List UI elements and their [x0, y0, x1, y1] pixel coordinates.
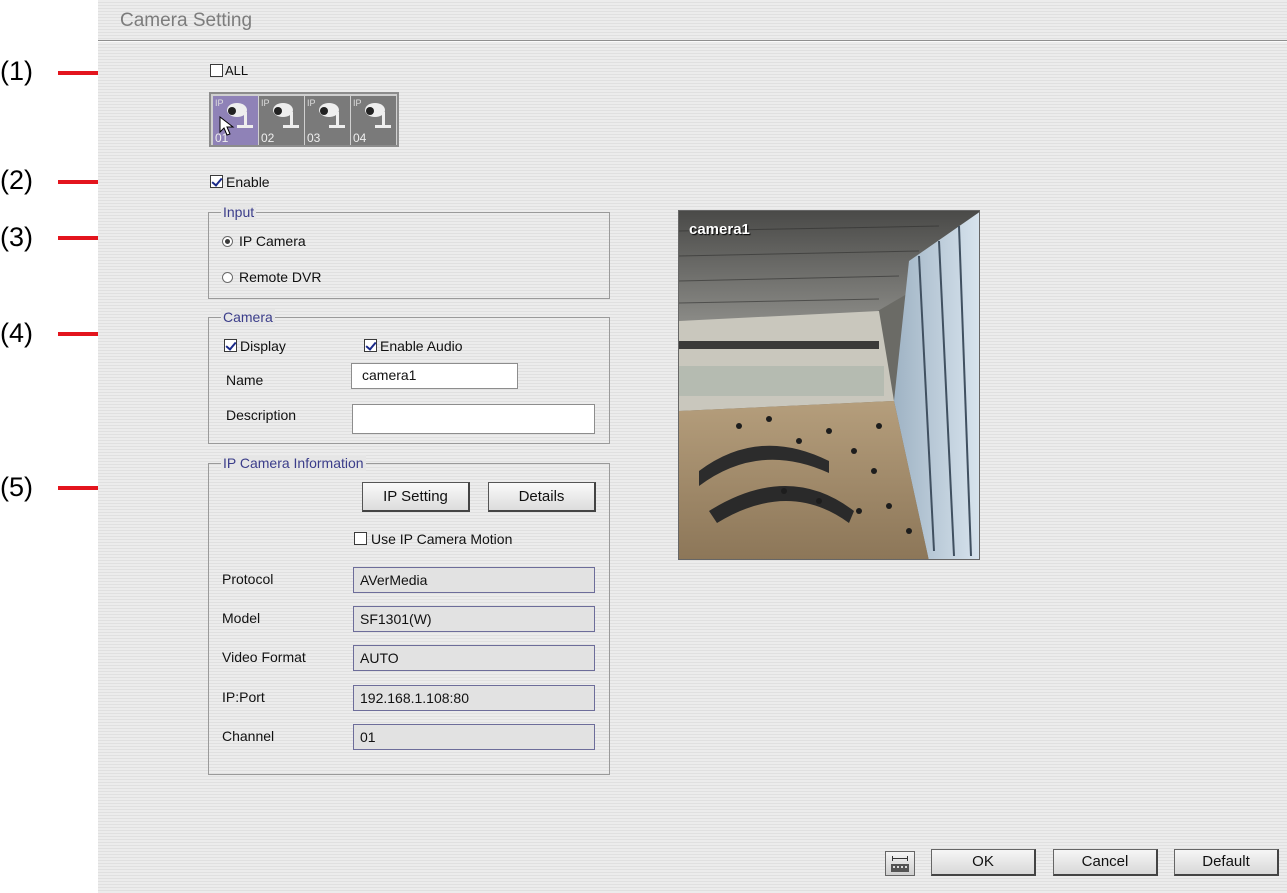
- camera-preview: camera1: [678, 210, 980, 560]
- name-input[interactable]: camera1: [351, 363, 518, 389]
- camera-tile-01[interactable]: IP 01: [213, 96, 258, 145]
- protocol-field: AVerMedia: [353, 567, 595, 593]
- description-input[interactable]: [352, 404, 595, 434]
- video-format-label: Video Format: [222, 649, 306, 665]
- camera-tile-number: 03: [307, 131, 321, 145]
- ip-camera-radio[interactable]: [222, 236, 233, 247]
- input-group-title: Input: [221, 204, 257, 220]
- ip-camera-info-group: IP Camera Information IP Setting Details…: [208, 455, 610, 775]
- enable-checkbox[interactable]: [210, 175, 223, 188]
- annotation-3: (3): [0, 222, 33, 252]
- annotation-1: (1): [0, 56, 33, 86]
- annotation-4: (4): [0, 318, 33, 348]
- channel-label: Channel: [222, 728, 275, 744]
- camera-tile-number: 04: [353, 131, 367, 145]
- description-label: Description: [226, 407, 297, 423]
- video-format-field: AUTO: [353, 645, 595, 671]
- camera-icon: [273, 103, 299, 128]
- use-ip-camera-motion-checkbox[interactable]: [354, 532, 367, 545]
- enable-audio-label: Enable Audio: [380, 338, 463, 354]
- camera-icon: [319, 103, 345, 128]
- camera-tile-03[interactable]: IP 03: [305, 96, 350, 145]
- camera-tile-number: 02: [261, 131, 275, 145]
- details-button[interactable]: Details: [488, 482, 596, 512]
- remote-dvr-label: Remote DVR: [239, 269, 322, 285]
- annotation-5: (5): [0, 472, 33, 502]
- model-field: SF1301(W): [353, 606, 595, 632]
- ok-button[interactable]: OK: [931, 849, 1036, 876]
- keyboard-button[interactable]: [885, 851, 915, 876]
- ip-setting-button[interactable]: IP Setting: [362, 482, 470, 512]
- keyboard-icon: [891, 856, 909, 872]
- cancel-button[interactable]: Cancel: [1053, 849, 1158, 876]
- remote-dvr-radio[interactable]: [222, 272, 233, 283]
- ip-camera-info-title: IP Camera Information: [221, 455, 366, 471]
- all-checkbox[interactable]: [210, 64, 223, 77]
- all-label: ALL: [225, 63, 249, 78]
- name-label: Name: [226, 372, 264, 388]
- ip-port-label: IP:Port: [222, 689, 265, 705]
- display-label: Display: [240, 338, 286, 354]
- default-button[interactable]: Default: [1174, 849, 1279, 876]
- camera-selector: IP 01 IP 02 IP 03 IP 04: [209, 92, 399, 147]
- camera-group: Camera Display Enable Audio Name camera1…: [208, 309, 610, 444]
- camera-group-title: Camera: [221, 309, 275, 325]
- camera-tile-04[interactable]: IP 04: [351, 96, 396, 145]
- camera-icon: [365, 103, 391, 128]
- model-label: Model: [222, 610, 261, 626]
- camera-tile-number: 01: [215, 131, 229, 145]
- ip-port-field: 192.168.1.108:80: [353, 685, 595, 711]
- airport-terminal-image: [679, 211, 979, 559]
- window-title: Camera Setting: [120, 10, 253, 31]
- enable-label: Enable: [226, 174, 270, 190]
- enable-audio-checkbox[interactable]: [364, 339, 377, 352]
- display-checkbox[interactable]: [224, 339, 237, 352]
- preview-camera-label: camera1: [689, 221, 750, 238]
- channel-field: 01: [353, 724, 595, 750]
- camera-tile-02[interactable]: IP 02: [259, 96, 304, 145]
- input-group: Input IP Camera Remote DVR: [208, 204, 610, 299]
- ip-camera-label: IP Camera: [239, 233, 306, 249]
- protocol-label: Protocol: [222, 571, 274, 587]
- annotation-2: (2): [0, 165, 33, 195]
- use-ip-camera-motion-label: Use IP Camera Motion: [371, 531, 513, 547]
